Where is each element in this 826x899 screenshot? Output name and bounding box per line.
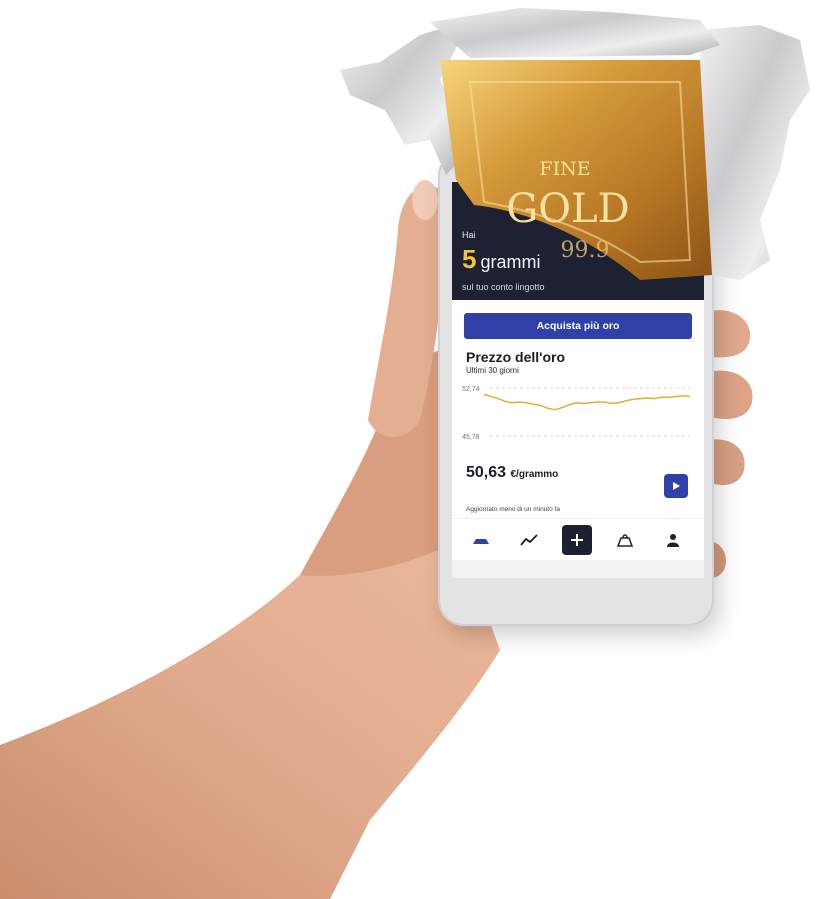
- foil-right: [700, 25, 810, 280]
- bar-label-fine: FINE: [539, 158, 591, 180]
- foil-wrapper: [340, 8, 810, 280]
- bar-label-gold: GOLD: [506, 186, 630, 232]
- bar-label-purity: 99.9: [560, 238, 610, 263]
- foil-top: [430, 8, 720, 58]
- photo-scene: Hai 5 grammi sul tuo conto lingotto Acqu…: [0, 0, 826, 899]
